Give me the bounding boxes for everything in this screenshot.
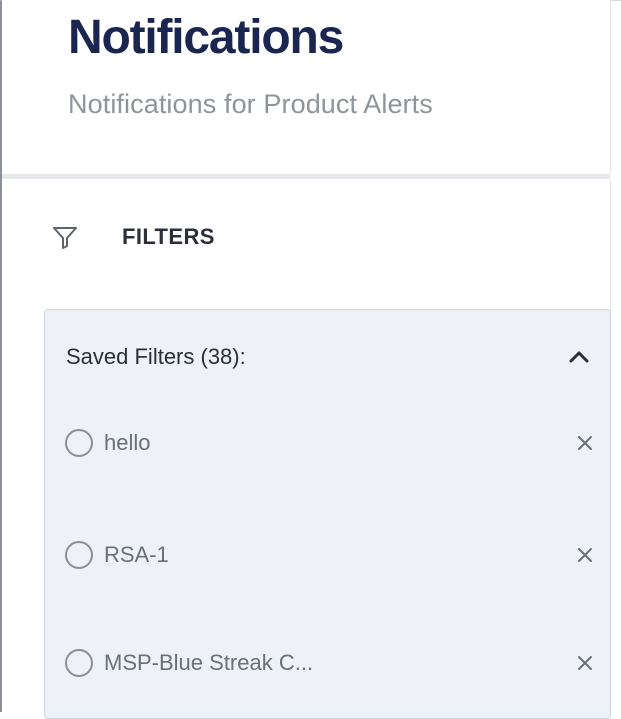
saved-filters-section: Saved Filters (38): hello RSA-1 MSP-Blue… bbox=[44, 309, 611, 719]
page-header: Notifications Notifications for Product … bbox=[2, 0, 611, 174]
delete-filter-close-icon[interactable] bbox=[572, 430, 598, 456]
page-title: Notifications bbox=[68, 11, 344, 64]
page-subtitle: Notifications for Product Alerts bbox=[68, 89, 433, 119]
saved-filter-item[interactable]: MSP-Blue Streak C... bbox=[65, 641, 598, 685]
chevron-up-icon[interactable] bbox=[564, 342, 594, 372]
saved-filter-label: RSA-1 bbox=[104, 542, 169, 567]
saved-filters-title: Saved Filters (38): bbox=[66, 344, 246, 369]
saved-filter-radio[interactable] bbox=[65, 649, 93, 677]
filters-header[interactable]: FILTERS bbox=[50, 219, 215, 255]
filters-panel: FILTERS Saved Filters (38): hello RSA-1 bbox=[2, 179, 611, 719]
delete-filter-close-icon[interactable] bbox=[572, 542, 598, 568]
delete-filter-close-icon[interactable] bbox=[572, 650, 598, 676]
saved-filter-label: MSP-Blue Streak C... bbox=[104, 650, 314, 675]
saved-filter-radio[interactable] bbox=[65, 541, 93, 569]
saved-filter-item[interactable]: RSA-1 bbox=[65, 533, 598, 577]
saved-filter-item[interactable]: hello bbox=[65, 421, 598, 465]
saved-filters-header: Saved Filters (38): bbox=[66, 340, 594, 374]
saved-filter-radio[interactable] bbox=[65, 429, 93, 457]
filter-funnel-icon bbox=[50, 222, 80, 252]
saved-filter-label: hello bbox=[104, 430, 151, 455]
filters-label: FILTERS bbox=[122, 224, 215, 249]
